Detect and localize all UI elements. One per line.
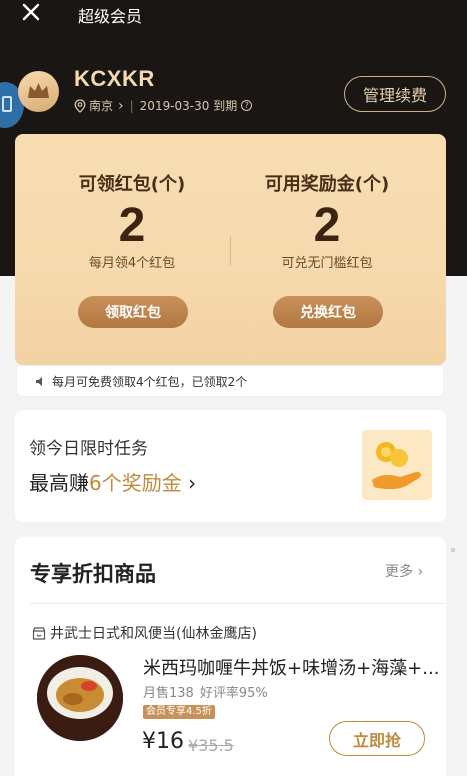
- notice-text: 每月可免费领取4个红包，已领取2个: [52, 374, 248, 389]
- daily-task-card[interactable]: 领今日限时任务 最高赚6个奖励金 ›: [15, 410, 446, 522]
- task-highlight: 6个奖励金: [89, 471, 182, 495]
- rating: 好评率95%: [199, 686, 268, 701]
- notice-bar: 每月可免费领取4个红包，已领取2个: [16, 365, 444, 397]
- section-title: 专享折扣商品: [30, 562, 156, 586]
- city-selector[interactable]: 南京 ›: [74, 97, 124, 114]
- claim-redpacket-button[interactable]: 领取红包: [78, 296, 188, 328]
- discount-goods-card: 专享折扣商品 更多 › 井武士日式和风便当(仙林金鹰店) 米西玛咖喱牛丼饭+味增…: [15, 537, 446, 776]
- shop-name-row[interactable]: 井武士日式和风便当(仙林金鹰店): [32, 623, 257, 643]
- redpacket-count: 2: [118, 199, 146, 252]
- task-title: 领今日限时任务: [29, 439, 148, 459]
- speaker-icon: [36, 376, 42, 386]
- chevron-right-icon: ›: [118, 97, 124, 114]
- reward-label: 可用奖励金(个): [264, 174, 390, 195]
- chevron-right-icon: ›: [181, 471, 197, 495]
- redpacket-label: 可领红包(个): [78, 174, 186, 195]
- task-prefix: 最高赚: [29, 471, 89, 495]
- redpacket-sub: 每月领4个红包: [88, 256, 176, 271]
- task-reward: 最高赚6个奖励金 ›: [29, 467, 196, 496]
- exchange-redpacket-button[interactable]: 兑换红包: [273, 296, 383, 328]
- price: ¥16: [142, 729, 184, 754]
- city-name: 南京: [89, 99, 114, 113]
- page-title: 超级会员: [78, 7, 143, 26]
- top-bar: 超级会员: [0, 0, 467, 28]
- avatar[interactable]: [18, 71, 59, 112]
- original-price: ¥35.5: [188, 736, 234, 755]
- product-meta: 月售138 好评率95%: [143, 682, 268, 701]
- monthly-sales: 月售138: [143, 686, 194, 701]
- shop-icon: [32, 626, 46, 640]
- username: KCXKR: [74, 66, 155, 91]
- redpacket-stat: 可领红包(个) 2 每月领4个红包: [32, 134, 232, 271]
- close-icon[interactable]: [21, 2, 41, 22]
- reward-stat: 可用奖励金(个) 2 可兑无门槛红包: [227, 134, 427, 271]
- product-name[interactable]: 米西玛咖喱牛丼饭+味增汤+海藻+...: [143, 654, 439, 680]
- expire-date: 2019-03-30 到期: [139, 99, 238, 113]
- coins-hand-icon: [362, 430, 432, 500]
- divider: |: [129, 98, 134, 113]
- divider: [30, 603, 446, 604]
- member-meta: 南京 › | 2019-03-30 到期 ?: [74, 97, 253, 114]
- discount-badge: 会员专享4.5折: [143, 705, 215, 719]
- manage-renewal-button[interactable]: 管理续费: [344, 76, 446, 112]
- reward-sub: 可兑无门槛红包: [281, 256, 373, 271]
- shop-name: 井武士日式和风便当(仙林金鹰店): [50, 626, 257, 642]
- more-link[interactable]: 更多 ›: [385, 561, 423, 581]
- reward-count: 2: [313, 199, 341, 252]
- buy-now-button[interactable]: 立即抢: [329, 721, 425, 756]
- scroll-indicator: [451, 548, 455, 552]
- location-icon: [74, 98, 86, 113]
- benefits-card: 可领红包(个) 2 每月领4个红包 可用奖励金(个) 2 可兑无门槛红包 领取红…: [15, 134, 446, 365]
- food-image[interactable]: [37, 655, 123, 741]
- crown-icon: [28, 83, 49, 98]
- help-icon[interactable]: ?: [241, 100, 253, 111]
